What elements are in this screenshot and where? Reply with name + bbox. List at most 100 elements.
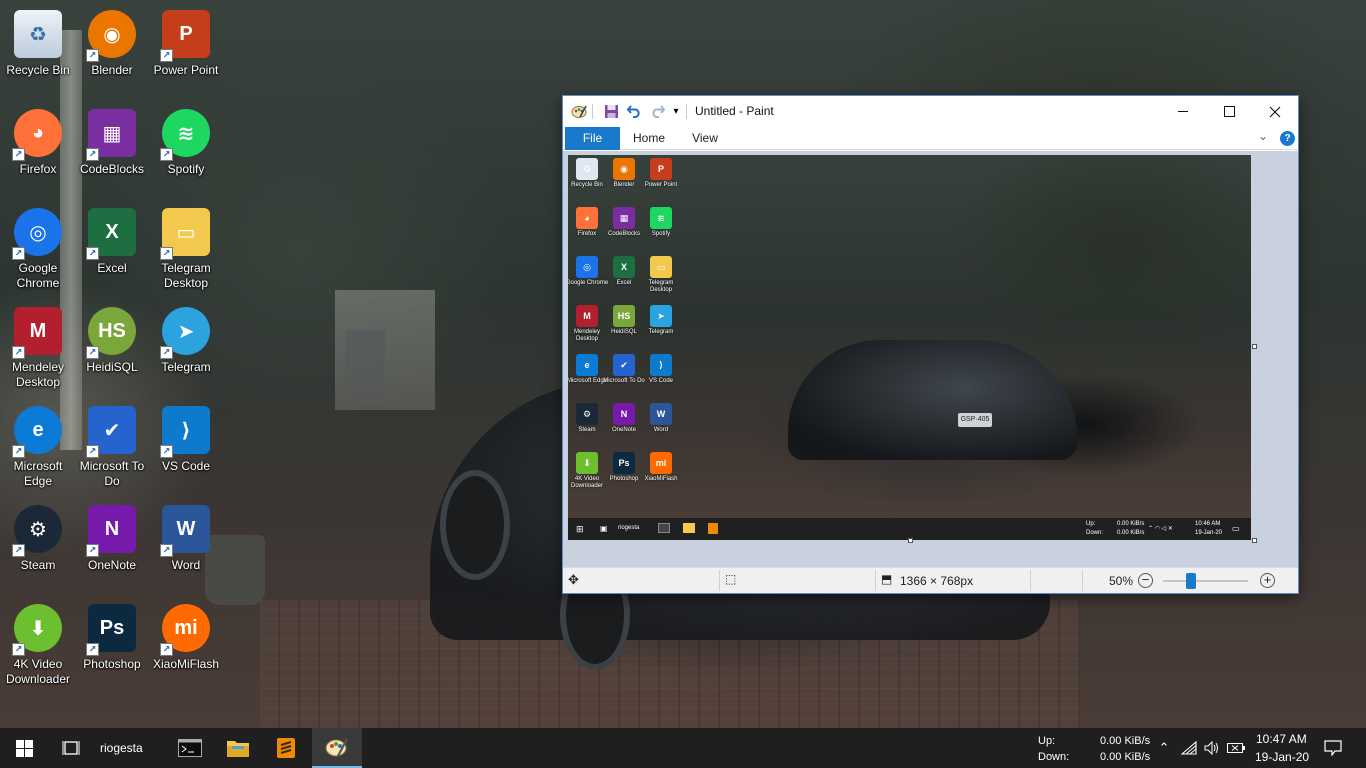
zoom-slider-thumb[interactable] [1186,573,1196,589]
canvas-screenshot-icon-label: Telegram Desktop [648,280,674,293]
image-dimensions: 1366 × 768px [900,574,974,588]
desktop-icon-label: XiaoMiFlash [152,657,220,671]
selection-size-icon: ⬚ [725,572,737,586]
mendeley-icon: M [576,305,598,327]
canvas-screenshot-net-up-value: 0.00 KiB/s [1117,521,1145,527]
xiaomiflash-icon: mi ↗ [160,604,210,656]
redo-icon[interactable] [647,102,667,120]
shortcut-arrow-icon: ↗ [86,544,99,557]
save-icon[interactable] [601,102,621,120]
close-button[interactable] [1252,96,1298,127]
vscode-icon: ⟩ ↗ [160,406,210,458]
taskbar-sublime-text[interactable] [262,728,310,768]
desktop-icon[interactable]: e ↗ Microsoft Edge [0,402,76,494]
ribbon-tabs: File Home View ⌄ ? [563,127,1298,150]
canvas-screenshot-net-down: Down: [1086,530,1104,536]
desktop-icon[interactable]: ▭ ↗ Telegram Desktop [148,204,224,296]
maximize-button[interactable] [1206,96,1252,127]
undo-icon[interactable] [624,102,644,120]
help-icon[interactable]: ? [1280,131,1295,146]
clock-time[interactable]: 10:47 AM [1256,732,1307,746]
desktop-icon-label: Photoshop [83,657,141,671]
tab-home[interactable]: Home [627,127,671,150]
desktop-icon[interactable]: Ps ↗ Photoshop [74,600,150,692]
desktop-icon[interactable]: ⚙ ↗ Steam [0,501,76,593]
minimize-button[interactable] [1160,96,1206,127]
word-icon: W [650,403,672,425]
zoom-slider[interactable] [1163,573,1248,589]
canvas-screenshot-icon-label: Power Point [644,182,678,188]
taskbar-terminal[interactable] [166,728,214,768]
desktop-icon[interactable]: W ↗ Word [148,501,224,593]
tab-file[interactable]: File [565,127,620,150]
codeblocks-icon: ▦ ↗ [86,109,136,161]
desktop-icon[interactable]: ⟩ ↗ VS Code [148,402,224,494]
zoom-in-button[interactable]: + [1260,573,1275,588]
desktop-icon-label: Steam [20,558,56,572]
desktop-icon[interactable]: HS ↗ HeidiSQL [74,303,150,395]
shortcut-arrow-icon: ↗ [86,148,99,161]
steam-icon: ⚙ ↗ [12,505,62,557]
task-view-button[interactable] [48,728,94,768]
desktop-icon[interactable]: ◕ ↗ Firefox [0,105,76,197]
desktop-icon[interactable]: ➤ ↗ Telegram [148,303,224,395]
firefox-icon: ◕ ↗ [12,109,62,161]
start-button[interactable] [0,728,48,768]
desktop-icon[interactable]: mi ↗ XiaoMiFlash [148,600,224,692]
show-hidden-icons-chevron-icon[interactable]: ⌃ [1154,728,1174,768]
shortcut-arrow-icon: ↗ [160,346,173,359]
desktop-icon[interactable]: ▦ ↗ CodeBlocks [74,105,150,197]
shortcut-arrow-icon: ↗ [160,643,173,656]
expand-ribbon-chevron-icon[interactable]: ⌄ [1258,129,1268,143]
shortcut-arrow-icon: ↗ [160,148,173,161]
spotify-icon: ≋ ↗ [160,109,210,161]
volume-icon[interactable] [1201,728,1223,768]
drawing-canvas[interactable]: GSP·405 ♻ Recycle Bin ◉ Blender P Power Point… [568,155,1251,540]
customize-toolbar-chevron-icon[interactable]: ▾ [666,102,686,120]
canvas-screenshot-icon: ◎ Google Chrome [568,256,608,304]
wallpaper-garage-door [345,330,385,400]
desktop-icon[interactable]: ⬇ ↗ 4K Video Downloader [0,600,76,692]
clock-date[interactable]: 19-Jan-20 [1255,750,1309,764]
heidisql-icon: HS [613,305,635,327]
desktop-icon-label: Recycle Bin [6,63,70,77]
taskbar-user-label[interactable]: riogesta [94,728,158,768]
desktop-icon[interactable]: M ↗ Mendeley Desktop [0,303,76,395]
telegram-icon: ➤ [650,305,672,327]
canvas-screenshot-icon: ▭ Telegram Desktop [642,256,680,304]
battery-icon[interactable] [1224,728,1248,768]
title-bar[interactable]: ▾ Untitled - Paint [563,96,1298,127]
desktop-icon[interactable]: ✔ ↗ Microsoft To Do [74,402,150,494]
desktop-icon[interactable]: X ↗ Excel [74,204,150,296]
canvas-screenshot-icon: M Mendeley Desktop [568,305,606,353]
canvas-resize-handle-right[interactable] [1252,344,1257,349]
canvas-screenshot-car [788,340,1078,460]
taskbar-file-explorer[interactable] [214,728,262,768]
spotify-icon: ≋ [650,207,672,229]
taskbar-paint[interactable] [312,728,362,768]
canvas-area[interactable]: GSP·405 ♻ Recycle Bin ◉ Blender P Power Point… [563,151,1298,567]
desktop-icon[interactable]: ♻ Recycle Bin [0,6,76,98]
canvas-screenshot-net-down-value: 0.00 KiB/s [1117,530,1145,536]
paint-app-icon[interactable] [569,102,589,120]
desktop-icon[interactable]: N ↗ OneNote [74,501,150,593]
desktop-icon-label: 4K Video Downloader [5,657,71,686]
zoom-out-button[interactable]: − [1138,573,1153,588]
canvas-screenshot-icon: ✔ Microsoft To Do [603,354,645,402]
windows-logo-icon [15,739,33,757]
tab-view[interactable]: View [683,127,727,150]
divider [686,104,687,119]
paint-window[interactable]: ▾ Untitled - Paint File Home View ⌄ ? GS… [562,95,1299,594]
canvas-resize-handle-corner[interactable] [1252,538,1257,543]
excel-icon: X [613,256,635,278]
desktop-icon[interactable]: ≋ ↗ Spotify [148,105,224,197]
shortcut-arrow-icon: ↗ [86,247,99,260]
desktop-icon[interactable]: P ↗ Power Point [148,6,224,98]
desktop-icon[interactable]: ◉ ↗ Blender [74,6,150,98]
action-center-button[interactable] [1312,728,1354,768]
shortcut-arrow-icon: ↗ [12,544,25,557]
sublime-text-icon [277,738,295,758]
canvas-resize-handle-bottom[interactable] [908,538,913,543]
desktop-icon[interactable]: ◎ ↗ Google Chrome [0,204,76,296]
network-icon[interactable] [1178,728,1200,768]
